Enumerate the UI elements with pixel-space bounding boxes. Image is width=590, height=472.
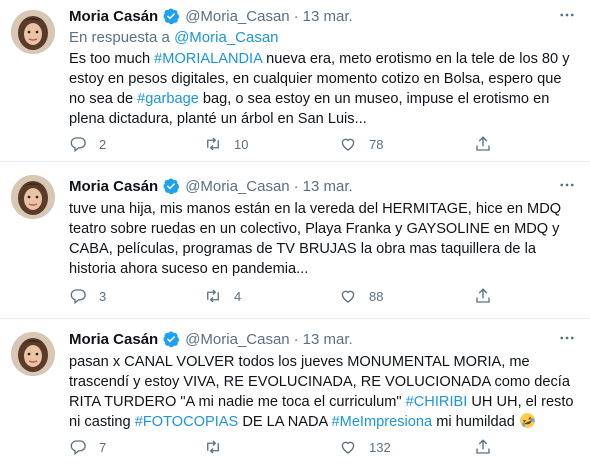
retweet-button[interactable] xyxy=(204,438,339,456)
tweet-date[interactable]: 13 mar. xyxy=(303,8,353,25)
tweet-text-segment: DE LA NADA xyxy=(238,414,332,430)
more-options-icon[interactable] xyxy=(556,329,578,347)
tweet[interactable]: Moria Casán @Moria_Casan · 13 mar. En re… xyxy=(0,0,590,162)
tweet-actions: 7 132 xyxy=(69,437,514,457)
tweet[interactable]: Moria Casán @Moria_Casan · 13 mar. tuve … xyxy=(0,162,590,319)
tweet-text-segment: mi humildad xyxy=(432,414,519,430)
reply-icon xyxy=(70,289,86,305)
reply-prefix: En respuesta a xyxy=(69,29,170,46)
retweet-button[interactable]: 4 xyxy=(204,287,339,305)
like-count: 88 xyxy=(369,288,384,304)
share-button[interactable] xyxy=(474,438,514,456)
retweet-icon xyxy=(207,440,219,454)
like-icon xyxy=(341,138,355,151)
retweet-count: 10 xyxy=(234,136,249,152)
tweet-body: Moria Casán @Moria_Casan · 13 mar. pasan… xyxy=(69,329,578,432)
like-button[interactable]: 132 xyxy=(339,438,474,456)
tweet-header: Moria Casán @Moria_Casan · 13 mar. xyxy=(69,176,578,196)
tweet-text: Es too much #MORIALANDIA nueva era, meto… xyxy=(69,49,578,129)
like-count: 132 xyxy=(369,439,391,455)
share-icon xyxy=(476,288,490,303)
more-options-icon[interactable] xyxy=(556,6,578,24)
retweet-icon xyxy=(207,289,219,303)
author-handle[interactable]: @Moria_Casan xyxy=(185,8,289,25)
retweet-count: 4 xyxy=(234,288,242,304)
separator-dot: · xyxy=(293,177,299,195)
share-icon xyxy=(476,439,490,454)
verified-badge-icon xyxy=(162,177,180,195)
like-button[interactable]: 78 xyxy=(339,135,474,153)
reply-context: En respuesta a @Moria_Casan xyxy=(69,28,578,48)
tweet-header: Moria Casán @Moria_Casan · 13 mar. xyxy=(69,6,578,26)
reply-handle-link[interactable]: @Moria_Casan xyxy=(174,29,278,46)
reply-count: 7 xyxy=(99,439,107,455)
tweet-actions: 2 10 78 xyxy=(69,134,514,154)
reply-button[interactable]: 7 xyxy=(69,438,204,456)
hashtag-link[interactable]: #MORIALANDIA xyxy=(154,51,262,67)
tweet-date[interactable]: 13 mar. xyxy=(303,178,353,195)
separator-dot: · xyxy=(293,7,299,25)
hashtag-link[interactable]: #MeImpresiona xyxy=(332,414,433,430)
verified-badge-icon xyxy=(162,7,180,25)
author-handle[interactable]: @Moria_Casan xyxy=(185,331,289,348)
reply-icon xyxy=(70,137,86,153)
reply-count: 3 xyxy=(99,288,107,304)
share-button[interactable] xyxy=(474,287,514,305)
author-handle[interactable]: @Moria_Casan xyxy=(185,178,289,195)
author-name[interactable]: Moria Casán xyxy=(69,178,158,195)
tweet-header: Moria Casán @Moria_Casan · 13 mar. xyxy=(69,329,578,349)
tweet-text-segment: Es too much xyxy=(69,51,155,67)
more-options-icon[interactable] xyxy=(556,176,578,194)
tweet-body: Moria Casán @Moria_Casan · 13 mar. tuve … xyxy=(69,176,578,279)
tweet-text: tuve una hija, mis manos están en la ver… xyxy=(69,199,578,279)
separator-dot: · xyxy=(293,330,299,348)
reply-icon xyxy=(70,440,86,456)
avatar[interactable] xyxy=(11,175,55,219)
tweet-actions: 3 4 88 xyxy=(69,286,514,306)
avatar[interactable] xyxy=(11,332,55,376)
like-icon xyxy=(341,441,355,454)
verified-badge-icon xyxy=(162,330,180,348)
author-name[interactable]: Moria Casán xyxy=(69,331,158,348)
hashtag-link[interactable]: #FOTOCOPIAS xyxy=(135,414,239,430)
like-icon xyxy=(341,290,355,303)
reply-count: 2 xyxy=(99,136,107,152)
share-button[interactable] xyxy=(474,135,514,153)
reply-button[interactable]: 3 xyxy=(69,287,204,305)
hashtag-link[interactable]: #garbage xyxy=(137,91,199,107)
tweet-body: Moria Casán @Moria_Casan · 13 mar. En re… xyxy=(69,6,578,129)
retweet-icon xyxy=(207,137,219,151)
avatar[interactable] xyxy=(11,10,55,54)
like-count: 78 xyxy=(369,136,384,152)
tweet-text-segment: tuve una hija, mis manos están en la ver… xyxy=(69,201,562,277)
author-name[interactable]: Moria Casán xyxy=(69,8,158,25)
retweet-button[interactable]: 10 xyxy=(204,135,339,153)
share-icon xyxy=(476,136,490,151)
rolling-on-floor-laughing-emoji xyxy=(520,413,535,428)
reply-button[interactable]: 2 xyxy=(69,135,204,153)
tweet-text: pasan x CANAL VOLVER todos los jueves MO… xyxy=(69,352,578,432)
tweet[interactable]: Moria Casán @Moria_Casan · 13 mar. pasan… xyxy=(0,319,590,472)
hashtag-link[interactable]: #CHIRIBI xyxy=(406,394,468,410)
tweet-date[interactable]: 13 mar. xyxy=(303,331,353,348)
like-button[interactable]: 88 xyxy=(339,287,474,305)
